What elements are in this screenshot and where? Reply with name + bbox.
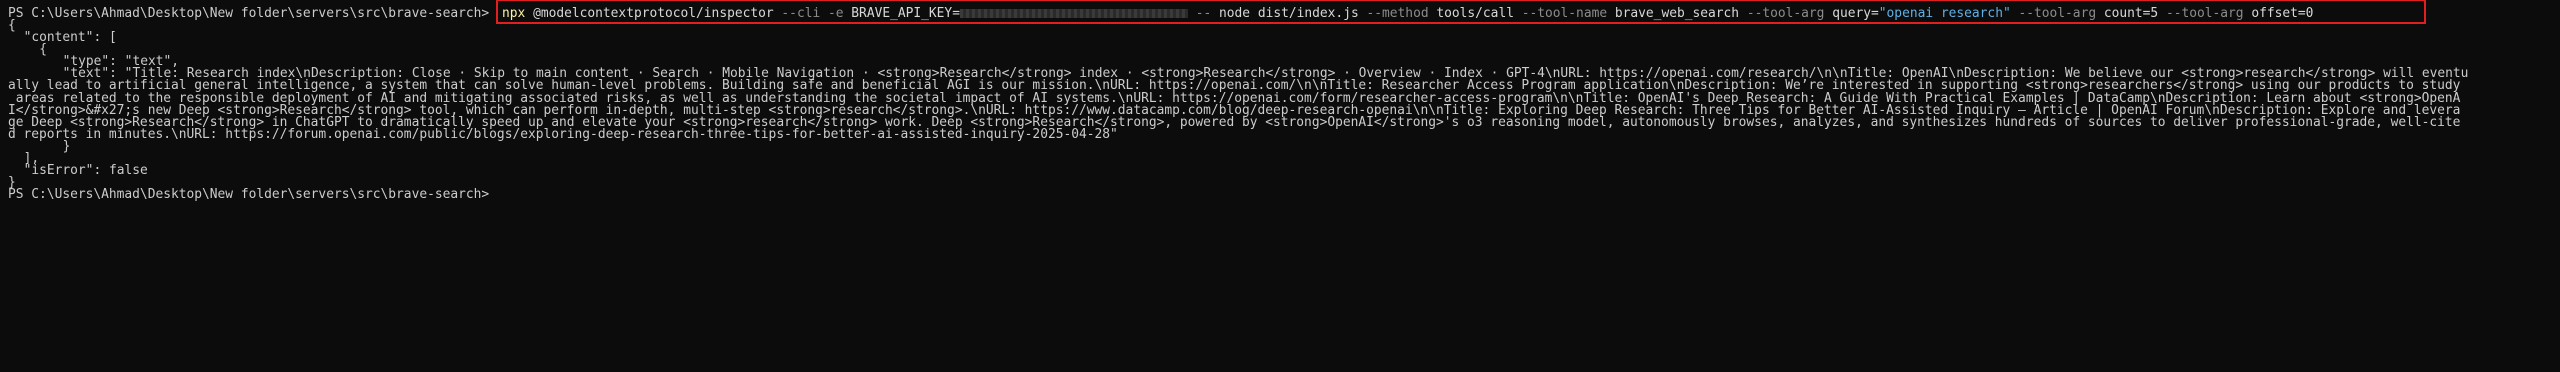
command-tool-arg-2-value: count=5: [2103, 6, 2159, 21]
output-line: "isError": false: [23, 163, 148, 179]
prompt: PS C:\Users\Ahmad\Desktop\New folder\ser…: [8, 6, 490, 21]
command-tool-arg-3-value: offset=0: [2251, 6, 2314, 21]
command-flag-tool-arg-1: --tool-arg: [1746, 6, 1825, 21]
output-line: {: [8, 18, 16, 33]
terminal-window[interactable]: PS C:\Users\Ahmad\Desktop\New folder\ser…: [0, 0, 2560, 372]
command-env-prefix: BRAVE_API_KEY=: [851, 6, 960, 21]
command-node: node: [1219, 6, 1251, 21]
command-package: @modelcontextprotocol/inspector: [533, 6, 774, 21]
command-flag-method: --method: [1366, 6, 1429, 21]
output-line: "content": [: [23, 30, 117, 46]
command-flag-tool-arg-3: --tool-arg: [2165, 6, 2244, 21]
output-line: {: [39, 42, 47, 58]
command-tool-arg-1-string: "openai research": [1878, 6, 2011, 21]
output-line: d reports in minutes.\nURL: https://foru…: [8, 126, 1118, 142]
command-script: dist/index.js: [1257, 6, 1359, 21]
command-flag-tool-name: --tool-name: [1521, 6, 1608, 21]
output-line: }: [62, 138, 71, 154]
command-tool-arg-1-prefix: query=: [1832, 6, 1879, 21]
final-prompt[interactable]: PS C:\Users\Ahmad\Desktop\New folder\ser…: [8, 188, 2468, 201]
command-exe: npx: [502, 6, 526, 21]
command-tool-name-value: brave_web_search: [1614, 6, 1740, 21]
command-line[interactable]: npx @modelcontextprotocol/inspector --cl…: [502, 6, 2313, 21]
command-flag-e: -e: [828, 6, 844, 21]
command-separator: --: [1195, 6, 1212, 21]
redacted-api-key: [959, 9, 1188, 18]
command-method-value: tools/call: [1436, 6, 1514, 21]
command-output: { "content": [ { "type": "text", "text":…: [8, 18, 2468, 201]
command-flag-tool-arg-2: --tool-arg: [2018, 6, 2097, 21]
command-flag-cli: --cli: [781, 6, 821, 21]
output-line: ],: [23, 151, 40, 167]
